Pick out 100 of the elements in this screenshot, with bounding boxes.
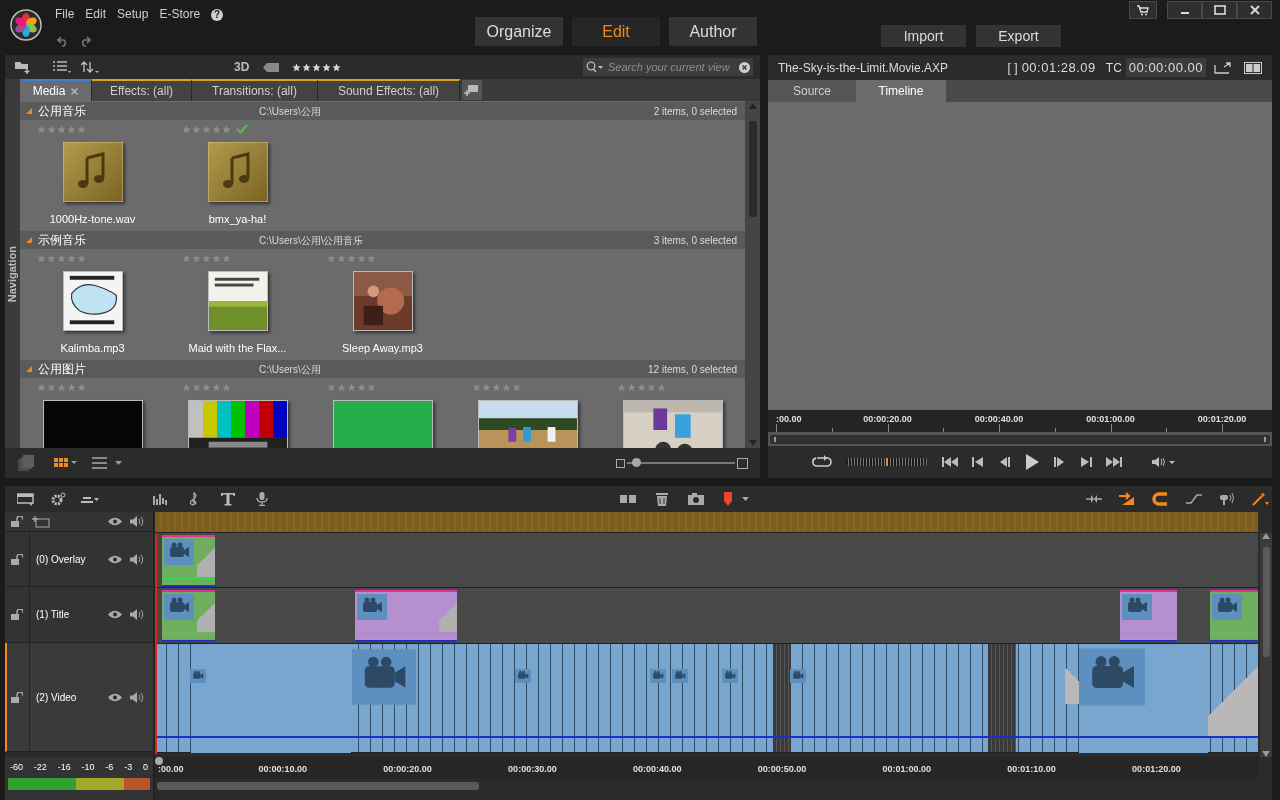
close-icon[interactable] — [1249, 5, 1260, 15]
expand-icon[interactable] — [26, 237, 32, 243]
speaker-icon[interactable] — [130, 691, 144, 703]
skip-end-icon[interactable] — [1104, 455, 1122, 469]
star-rating[interactable] — [182, 124, 231, 134]
list-view-icon[interactable] — [53, 61, 71, 73]
shuttle-control[interactable] — [846, 458, 928, 466]
list-view-icon[interactable] — [92, 457, 124, 469]
undo-icon[interactable] — [57, 35, 69, 47]
expand-icon[interactable] — [26, 366, 32, 372]
star-icon[interactable] — [212, 382, 221, 392]
star-icon[interactable] — [77, 253, 86, 263]
star-icon[interactable] — [367, 253, 376, 263]
star-icon[interactable] — [212, 253, 221, 263]
title-clip[interactable] — [355, 590, 457, 642]
insert-mode-icon[interactable] — [1118, 492, 1134, 506]
magnet-icon[interactable] — [1152, 492, 1168, 506]
mode-tab[interactable]: Organize — [475, 17, 563, 46]
star-icon[interactable] — [337, 253, 346, 263]
star-icon[interactable] — [502, 382, 511, 392]
split-clip-icon[interactable] — [620, 492, 636, 506]
star-icon[interactable] — [67, 124, 76, 134]
skip-start-icon[interactable] — [942, 455, 960, 469]
star-icon[interactable] — [312, 62, 322, 72]
star-icon[interactable] — [512, 382, 521, 392]
star-rating[interactable] — [327, 382, 376, 392]
help-button[interactable]: ? — [211, 8, 224, 21]
minimize-button[interactable] — [1167, 1, 1202, 19]
star-icon[interactable] — [322, 62, 332, 72]
dual-view-icon[interactable] — [1244, 61, 1262, 74]
star-icon[interactable] — [337, 382, 346, 392]
storyboard-icon[interactable] — [17, 492, 35, 506]
star-icon[interactable] — [292, 62, 302, 72]
overlay-clip[interactable] — [162, 535, 215, 587]
add-track-icon[interactable] — [32, 515, 50, 528]
maximize-icon[interactable] — [1213, 5, 1226, 15]
star-icon[interactable] — [77, 382, 86, 392]
title-clip[interactable] — [1210, 590, 1258, 642]
eye-icon[interactable] — [108, 554, 122, 564]
menu-item[interactable]: Edit — [85, 5, 107, 23]
action-button[interactable]: Import — [881, 25, 966, 47]
eye-icon[interactable] — [108, 610, 122, 619]
scrollbar[interactable] — [745, 101, 760, 448]
redo-icon[interactable] — [79, 35, 91, 47]
star-icon[interactable] — [202, 124, 211, 134]
title-icon[interactable] — [220, 492, 236, 506]
star-icon[interactable] — [347, 382, 356, 392]
star-rating[interactable] — [327, 253, 376, 263]
mode-tab[interactable]: Edit — [572, 17, 660, 46]
volume-icon[interactable] — [1152, 456, 1176, 468]
tag-icon[interactable] — [263, 62, 280, 72]
group-header[interactable]: 公用图片 C:\Users\公用 12 items, 0 selected — [20, 360, 745, 378]
grid-view-icon[interactable] — [54, 458, 78, 468]
close-button[interactable] — [1237, 1, 1272, 19]
timecode-field[interactable]: 00:00:00.00 — [1125, 57, 1206, 78]
scroll-thumb[interactable] — [748, 121, 757, 217]
library-tab[interactable]: Media — [20, 79, 92, 101]
gear-icon[interactable] — [51, 492, 67, 506]
cart-icon[interactable] — [1137, 4, 1149, 16]
slider-thumb[interactable] — [631, 458, 641, 467]
star-icon[interactable] — [47, 253, 56, 263]
star-icon[interactable] — [182, 382, 191, 392]
search-icon[interactable] — [586, 61, 604, 73]
star-icon[interactable] — [192, 253, 201, 263]
folder-add-icon[interactable] — [15, 60, 31, 74]
star-icon[interactable] — [47, 382, 56, 392]
star-icon[interactable] — [57, 124, 66, 134]
library-tab[interactable]: Transitions: (all) — [192, 79, 318, 101]
star-icon[interactable] — [617, 382, 626, 392]
star-icon[interactable] — [202, 253, 211, 263]
group-header[interactable]: 示例音乐 C:\Users\公用\公用音乐 3 items, 0 selected — [20, 231, 745, 249]
star-icon[interactable] — [47, 124, 56, 134]
star-icon[interactable] — [77, 124, 86, 134]
stack-icon[interactable] — [18, 455, 34, 471]
add-tab-icon[interactable] — [462, 80, 482, 100]
sort-icon[interactable] — [81, 61, 99, 73]
star-icon[interactable] — [67, 382, 76, 392]
view-toggle[interactable]: 3D — [234, 58, 250, 76]
scroll-up-icon[interactable] — [748, 103, 757, 109]
star-icon[interactable] — [647, 382, 656, 392]
star-icon[interactable] — [67, 253, 76, 263]
horizontal-scrollbar[interactable] — [157, 782, 479, 790]
video-clip[interactable] — [191, 644, 351, 753]
star-icon[interactable] — [37, 253, 46, 263]
player-tab[interactable]: Timeline — [856, 80, 946, 102]
clear-icon[interactable] — [739, 61, 750, 73]
menu-item[interactable]: Setup — [117, 5, 149, 23]
star-icon[interactable] — [57, 253, 66, 263]
star-rating[interactable] — [292, 62, 342, 72]
track-header[interactable]: (2) Video — [5, 643, 153, 752]
lock-icon[interactable] — [11, 516, 23, 527]
eye-icon[interactable] — [108, 517, 122, 526]
speaker-icon[interactable] — [130, 516, 144, 527]
star-icon[interactable] — [332, 62, 342, 72]
track-header[interactable]: (1) Title — [5, 587, 153, 643]
large-thumbnail-icon[interactable] — [737, 457, 748, 469]
star-icon[interactable] — [357, 253, 366, 263]
star-rating[interactable] — [37, 253, 86, 263]
expand-icon[interactable] — [26, 108, 32, 114]
action-button[interactable]: Export — [976, 25, 1061, 47]
